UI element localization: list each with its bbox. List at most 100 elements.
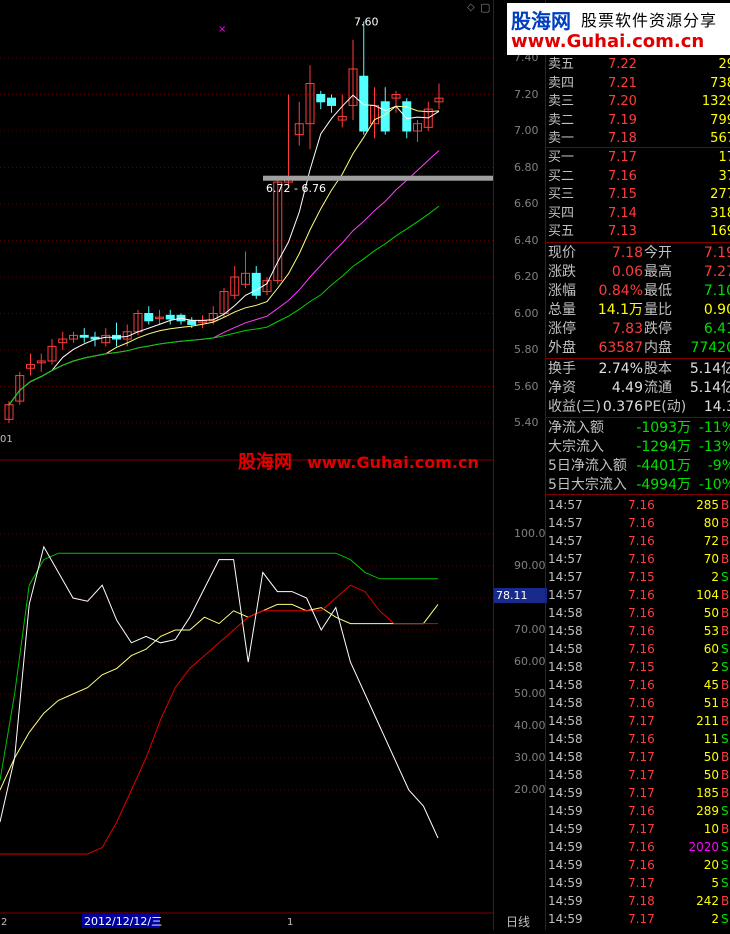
watermark: 股海网 www.Guhai.com.cn — [238, 448, 479, 474]
bid-row[interactable]: 买五 7.13 169 — [546, 223, 730, 241]
trade-price: 7.16 — [628, 732, 655, 746]
ask-price: 7.19 — [608, 112, 637, 128]
flow-percent: -10% — [698, 477, 730, 493]
trade-row[interactable]: 14:59 7.16 289 S — [546, 802, 730, 820]
candle-body[interactable] — [187, 320, 197, 325]
indicator-tick-label: 30.00 — [514, 751, 546, 764]
ask-row[interactable]: 卖三 7.20 1329 — [546, 93, 730, 111]
bid-volume: 318 — [710, 205, 730, 221]
candle-body[interactable] — [402, 101, 412, 132]
trade-row[interactable]: 14:59 7.16 20 S — [546, 856, 730, 874]
fund-separator — [546, 358, 730, 359]
trade-flag: B — [721, 606, 730, 620]
trade-row[interactable]: 14:57 7.16 72 B — [546, 532, 730, 550]
stat-key: 量比 — [644, 302, 672, 318]
trade-flag: B — [721, 696, 730, 710]
candle-body[interactable] — [165, 314, 175, 320]
logo-slogan: 股票软件资源分享 — [581, 11, 718, 30]
bid-price: 7.14 — [608, 205, 637, 221]
ask-row[interactable]: 卖四 7.21 738 — [546, 75, 730, 93]
trade-row[interactable]: 14:58 7.16 60 S — [546, 640, 730, 658]
ask-row[interactable]: 卖五 7.22 29 — [546, 56, 730, 74]
trade-volume: 45 — [703, 678, 719, 692]
trade-row[interactable]: 14:58 7.17 50 B — [546, 748, 730, 766]
corner-icon-diamond[interactable]: ◇ — [467, 2, 475, 13]
trade-price: 7.15 — [628, 660, 655, 674]
fund-value: 5.14亿 — [689, 380, 730, 396]
trade-time: 14:58 — [548, 606, 583, 620]
trade-row[interactable]: 14:58 7.16 50 B — [546, 604, 730, 622]
trade-row[interactable]: 14:57 7.15 2 S — [546, 568, 730, 586]
trade-flag: S — [721, 732, 729, 746]
trade-time: 14:57 — [548, 498, 583, 512]
ask-volume: 1329 — [701, 94, 730, 109]
bid-price: 7.17 — [608, 150, 637, 165]
trade-flag: S — [721, 804, 729, 818]
fund-row: 收益(三)0.376PE(动) 14.3 — [546, 398, 730, 416]
period-label[interactable]: 日线 — [506, 913, 530, 930]
bid-volume: 37 — [718, 168, 730, 184]
stat-key: 今开 — [644, 245, 672, 261]
stat-key: 内盘 — [644, 340, 672, 356]
stat-value: 0.84% — [598, 283, 643, 299]
trade-row[interactable]: 14:57 7.16 285 B — [546, 496, 730, 514]
ask-label: 卖二 — [548, 112, 575, 128]
ask-row[interactable]: 卖二 7.19 799 — [546, 112, 730, 130]
trade-row[interactable]: 14:58 7.17 211 B — [546, 712, 730, 730]
bid-row[interactable]: 买一 7.17 17 — [546, 149, 730, 167]
indicator-value-badge: 78.11 — [494, 588, 547, 603]
trade-row[interactable]: 14:58 7.16 45 B — [546, 676, 730, 694]
trade-flag: B — [721, 768, 730, 782]
stats-separator — [546, 242, 730, 243]
bid-row[interactable]: 买二 7.16 37 — [546, 168, 730, 186]
trade-row[interactable]: 14:57 7.16 70 B — [546, 550, 730, 568]
price-tick-label: 6.20 — [514, 270, 539, 283]
trade-row[interactable]: 14:58 7.16 53 B — [546, 622, 730, 640]
candle-body[interactable] — [359, 75, 369, 132]
trade-price: 7.16 — [628, 552, 655, 566]
trade-flag: S — [721, 570, 729, 584]
trade-row[interactable]: 14:59 7.16 2020 S — [546, 838, 730, 856]
trade-volume: 50 — [703, 750, 719, 764]
ask-row[interactable]: 卖一 7.18 567 — [546, 130, 730, 148]
stat-value: 0.90 — [703, 302, 730, 318]
fund-value: 2.74% — [598, 361, 643, 377]
stat-value: 7.83 — [611, 321, 643, 337]
candle-body[interactable] — [144, 313, 154, 322]
trade-row[interactable]: 14:59 7.18 242 B — [546, 892, 730, 910]
stat-key: 现价 — [548, 245, 576, 261]
trade-row[interactable]: 14:59 7.17 185 B — [546, 784, 730, 802]
candle-body[interactable] — [316, 94, 326, 103]
trade-row[interactable]: 14:59 7.17 5 S — [546, 874, 730, 892]
trade-price: 7.16 — [628, 588, 655, 602]
trade-flag: B — [721, 498, 730, 512]
trade-row[interactable]: 14:58 7.16 51 B — [546, 694, 730, 712]
trade-price: 7.16 — [628, 840, 655, 854]
trade-row[interactable]: 14:58 7.16 11 S — [546, 730, 730, 748]
bid-row[interactable]: 买四 7.14 318 — [546, 205, 730, 223]
bid-row[interactable]: 买三 7.15 277 — [546, 186, 730, 204]
bid-volume: 169 — [710, 224, 730, 239]
book-separator — [546, 147, 730, 148]
fund-key: 收益(三) — [548, 399, 601, 415]
candle-body[interactable] — [79, 334, 89, 338]
trade-row[interactable]: 14:58 7.17 50 B — [546, 766, 730, 784]
trade-row[interactable]: 14:59 7.17 2 S — [546, 910, 730, 928]
site-logo[interactable]: 股海网 股票软件资源分享 www.Guhai.com.cn — [507, 3, 730, 55]
trade-price: 7.15 — [628, 570, 655, 584]
trade-row[interactable]: 14:57 7.16 80 B — [546, 514, 730, 532]
trade-row[interactable]: 14:58 7.15 2 S — [546, 658, 730, 676]
candle-body[interactable] — [327, 97, 336, 106]
ma20-line — [8, 150, 440, 406]
indicator-tick-label: 40.00 — [514, 719, 546, 732]
ask-label: 卖三 — [548, 94, 575, 109]
date-mark-mid: 1 — [287, 917, 293, 928]
trade-row[interactable]: 14:59 7.17 10 B — [546, 820, 730, 838]
corner-icon-square[interactable]: ▢ — [480, 1, 490, 14]
flow-row: 5日大宗流入 -4994万 -10% — [546, 476, 730, 494]
trade-time: 14:58 — [548, 732, 583, 746]
flow-row: 大宗流入 -1294万 -13% — [546, 438, 730, 456]
trade-row[interactable]: 14:57 7.16 104 B — [546, 586, 730, 604]
fund-row: 换手 2.74% 股本 5.14亿 — [546, 360, 730, 378]
fund-key: 净资 — [548, 380, 576, 396]
